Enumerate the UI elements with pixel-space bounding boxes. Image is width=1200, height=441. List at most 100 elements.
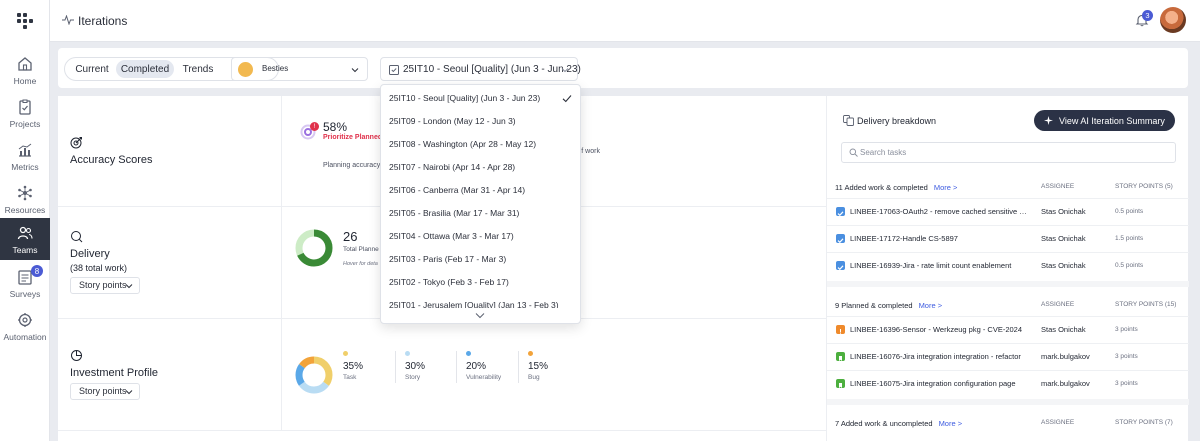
investment-pct: 20% (466, 361, 487, 372)
more-link[interactable]: More > (919, 301, 943, 310)
sidebar-item-home[interactable]: Home (0, 49, 50, 91)
users-icon (17, 226, 33, 239)
dropdown-option[interactable]: 25IT10 - Seoul [Quality] (Jun 3 - Jun 23… (381, 87, 580, 110)
delivery-count-label: Total Planne (343, 246, 379, 253)
investment-donut-chart[interactable] (294, 355, 334, 395)
group-header: 11 Added work & completed More > ASSIGNEE… (827, 178, 1189, 196)
avatar[interactable] (1160, 7, 1186, 33)
option-label: 25IT10 - Seoul [Quality] (Jun 3 - Jun 23… (389, 93, 541, 103)
select-label: Story points (79, 386, 127, 396)
dropdown-option[interactable]: 25IT05 - Brasilia (Mar 17 - Mar 31) (381, 202, 580, 225)
dropdown-option[interactable]: 25IT02 - Tokyo (Feb 3 - Feb 17) (381, 271, 580, 294)
group-divider (827, 399, 1189, 405)
legend-dot (343, 351, 348, 356)
sidebar-item-teams[interactable]: Teams (0, 218, 50, 260)
investment-pct: 15% (528, 361, 549, 372)
sidebar-item-resources[interactable]: Resources (0, 178, 50, 220)
sidebar-item-label: Surveys (9, 288, 41, 299)
automation-icon (18, 312, 32, 327)
task-title: LINBEE-16076-Jira integration integratio… (850, 352, 1021, 361)
chevron-down-icon (561, 68, 569, 73)
table-row[interactable]: LINBEE-17172-Handle CS-5897 Stas Onichak… (827, 225, 1189, 252)
dropdown-option[interactable]: 25IT09 - London (May 12 - Jun 3) (381, 110, 580, 133)
more-link[interactable]: More > (934, 183, 958, 192)
task-points: 0.5 points (1115, 208, 1144, 215)
task-points: 3 points (1115, 326, 1138, 333)
table-row[interactable]: LINBEE-16076-Jira integration integratio… (827, 343, 1189, 370)
group-title: 11 Added work & completed (835, 183, 928, 192)
select-label: Story points (79, 280, 127, 290)
clipboard-icon (19, 99, 31, 115)
sidebar-item-automation[interactable]: Automation (0, 305, 50, 347)
table-row[interactable]: LINBEE-16939-Jira - rate limit count ena… (827, 252, 1189, 279)
sidebar-item-metrics[interactable]: Metrics (0, 135, 50, 177)
pie-icon (71, 350, 82, 361)
iteration-select[interactable]: 25IT10 - Seoul [Quality] (Jun 3 - Jun 23… (380, 57, 581, 81)
investment-label: Story (405, 374, 421, 381)
sidebar-item-surveys[interactable]: Surveys 8 (0, 262, 50, 304)
task-points: 1.5 points (1115, 235, 1144, 242)
home-icon (18, 56, 32, 71)
sidebar-item-projects[interactable]: Projects (0, 92, 50, 134)
task-points: 3 points (1115, 353, 1138, 360)
tab-current[interactable]: Current (69, 60, 115, 78)
table-row[interactable]: LINBEE-17063-OAuth2 - remove cached sens… (827, 198, 1189, 225)
sidebar-item-label: Automation (3, 331, 47, 342)
divider (395, 351, 396, 383)
search-tasks-input[interactable]: Search tasks (841, 142, 1176, 163)
task-title: LINBEE-17172-Handle CS-5897 (850, 234, 958, 243)
legend-dot (466, 351, 471, 356)
dropdown-option[interactable]: 25IT08 - Washington (Apr 28 - May 12) (381, 133, 580, 156)
more-link[interactable]: More > (939, 419, 963, 428)
checkbox-icon (836, 261, 845, 271)
dropdown-option[interactable]: 25IT07 - Nairobi (Apr 14 - Apr 28) (381, 156, 580, 179)
option-label: 25IT08 - Washington (Apr 28 - May 12) (389, 139, 537, 149)
dropdown-option[interactable]: 25IT01 - Jerusalem [Quality] (Jan 13 - F… (381, 294, 580, 308)
table-row[interactable]: LINBEE-16075-Jira integration configurat… (827, 370, 1189, 397)
ai-summary-button[interactable]: View AI Iteration Summary (1034, 110, 1175, 131)
tab-trends[interactable]: Trends (176, 60, 220, 78)
delivery-count: 26 (343, 229, 358, 244)
legend-dot (528, 351, 533, 356)
accuracy-note: Prioritize Planned (323, 134, 383, 141)
sidebar-item-label: Teams (12, 244, 38, 255)
dropdown-option[interactable]: 25IT06 - Canberra (Mar 31 - Apr 14) (381, 179, 580, 202)
search-placeholder: Search tasks (860, 148, 907, 157)
bug-type-icon (836, 325, 845, 335)
task-assignee: mark.bulgakov (1041, 352, 1090, 361)
option-label: 25IT03 - Paris (Feb 17 - Mar 3) (389, 254, 507, 264)
accuracy-title: Accuracy Scores (70, 154, 153, 166)
task-title: LINBEE-16396-Sensor - Werkzeug pkg - CVE… (850, 325, 1023, 334)
checkbox-icon (836, 207, 845, 217)
nodes-icon (18, 185, 32, 200)
group-title: 9 Planned & completed (835, 301, 913, 310)
delivery-donut-chart[interactable] (294, 228, 334, 268)
breakdown-icon (843, 115, 854, 126)
team-select[interactable]: Besties (231, 57, 368, 81)
table-row[interactable]: LINBEE-16396-Sensor - Werkzeug pkg - CVE… (827, 316, 1189, 343)
accuracy-label: Planning accuracy (323, 162, 381, 169)
investment-title: Investment Profile (70, 367, 159, 379)
squares-logo-icon[interactable] (15, 10, 35, 30)
chart-icon (18, 143, 32, 157)
delivery-hover-note: Hover for deta (343, 261, 378, 267)
assignee-header: ASSIGNEE (1041, 301, 1075, 308)
dropdown-option[interactable]: 25IT04 - Ottawa (Mar 3 - Mar 17) (381, 225, 580, 248)
top-bar: Iterations 3 (50, 0, 1200, 42)
investment-story-points-select[interactable]: Story points (70, 383, 140, 400)
ai-summary-label: View AI Iteration Summary (1059, 115, 1165, 126)
iteration-dropdown-menu: 25IT10 - Seoul [Quality] (Jun 3 - Jun 23… (380, 84, 581, 324)
task-title: LINBEE-17063-OAuth2 - remove cached sens… (850, 207, 1030, 216)
sidebar-item-label: Metrics (11, 161, 39, 172)
task-title: LINBEE-16075-Jira integration configurat… (850, 379, 1016, 388)
delivery-header: Delivery (38 total work) Story points (58, 207, 282, 318)
delivery-story-points-select[interactable]: Story points (70, 277, 140, 294)
option-label: 25IT04 - Ottawa (Mar 3 - Mar 17) (389, 231, 514, 241)
group-header: 7 Added work & uncompleted More > ASSIGNE… (827, 414, 1189, 432)
tab-completed[interactable]: Completed (116, 60, 174, 78)
chevron-down-icon (351, 68, 359, 73)
dropdown-option[interactable]: 25IT03 - Paris (Feb 17 - Mar 3) (381, 248, 580, 271)
chevron-down-icon[interactable] (475, 312, 485, 319)
delivery-breakdown-panel: Delivery breakdown View AI Iteration Sum… (826, 96, 1189, 441)
check-icon (562, 95, 572, 103)
